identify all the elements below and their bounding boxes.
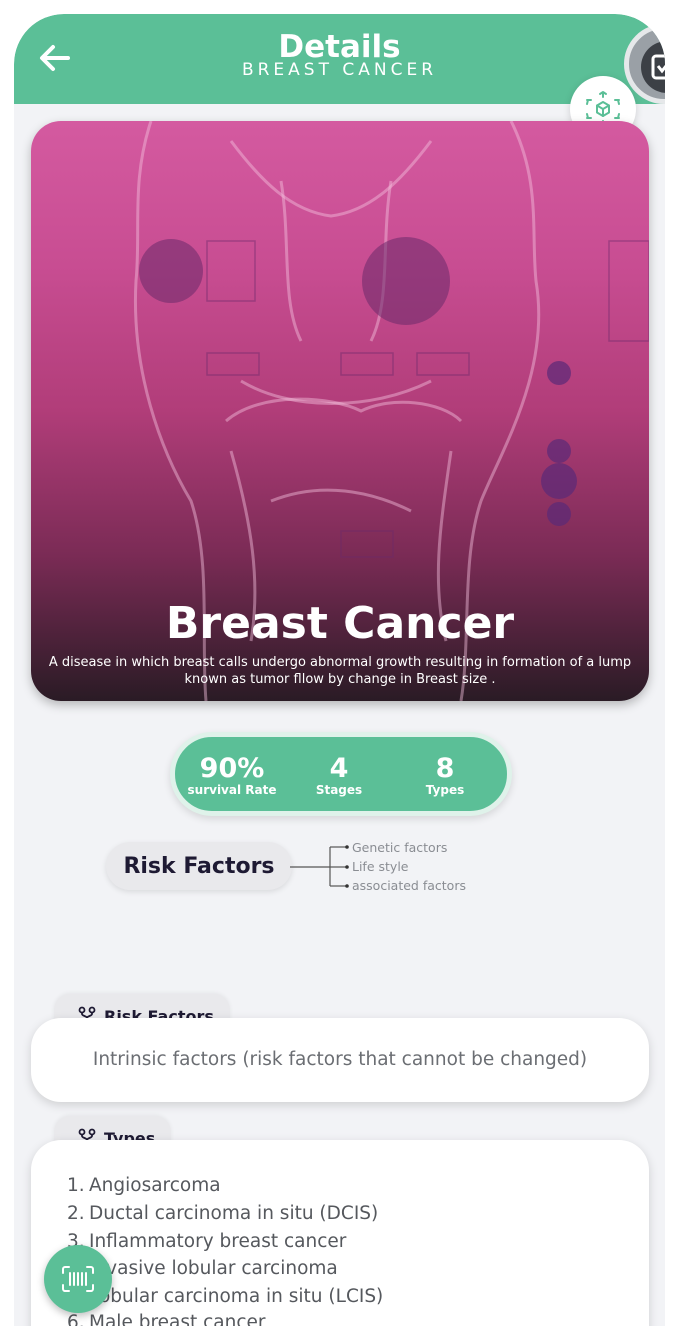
header-bar: Details BREAST CANCER: [14, 14, 665, 104]
risk-factors-pill: Risk Factors: [106, 842, 292, 890]
list-number: 2.: [67, 1203, 85, 1224]
stat-types: 8 Types: [390, 753, 500, 798]
page-subtitle: BREAST CANCER: [241, 60, 438, 80]
risk-factor-item: Life style: [352, 859, 409, 874]
barcode-scan-icon: [62, 1266, 94, 1292]
risk-factors-connector: [290, 845, 349, 888]
list-item: 2. Ductal carcinoma in situ (DCIS): [59, 1203, 378, 1225]
list-item: 3. Inflammatory breast cancer: [59, 1231, 346, 1253]
risk-factor-item: associated factors: [352, 878, 466, 893]
stat-label: Types: [425, 783, 465, 797]
stats-pill: 90% survival Rate 4 Stages 8 Types: [170, 732, 512, 816]
risk-factors-card: Intrinsic factors (risk factors that can…: [31, 1018, 649, 1102]
stat-value: 4: [329, 753, 349, 784]
list-item: 6. Male breast cancer: [59, 1312, 266, 1326]
corner-app-icon: [651, 54, 665, 80]
list-text: Angiosarcoma: [89, 1175, 221, 1196]
app-screen: Details BREAST CANCER Breast Cancer A di…: [14, 14, 665, 1326]
list-text: Male breast cancer: [89, 1312, 266, 1326]
list-text: Lobular carcinoma in situ (LCIS): [89, 1286, 384, 1307]
stat-label: survival Rate: [187, 783, 277, 797]
stat-value: 8: [435, 753, 455, 784]
stat-label: Stages: [315, 783, 363, 797]
stat-value: 90%: [199, 753, 265, 784]
hero-title: Breast Cancer: [165, 598, 515, 649]
risk-factors-text: Intrinsic factors (risk factors that can…: [92, 1049, 588, 1070]
list-number: 6.: [67, 1312, 85, 1326]
risk-factor-item: Genetic factors: [352, 840, 448, 855]
list-text: Ductal carcinoma in situ (DCIS): [89, 1203, 379, 1224]
list-text: Inflammatory breast cancer: [89, 1231, 347, 1252]
scan-fab-button[interactable]: [44, 1245, 112, 1313]
stat-stages: 4 Stages: [284, 753, 394, 798]
hero-card: Breast Cancer A disease in which breast …: [31, 121, 649, 701]
list-text: Invasive lobular carcinoma: [89, 1258, 338, 1279]
stat-survival-rate: 90% survival Rate: [177, 753, 287, 798]
hero-description: A disease in which breast calls undergo …: [48, 655, 632, 687]
list-item: 1. Angiosarcoma: [59, 1175, 221, 1197]
page-title: Details: [278, 29, 401, 65]
types-card: 1. Angiosarcoma 2. Ductal carcinoma in sit…: [31, 1140, 649, 1326]
list-number: 1.: [67, 1175, 85, 1196]
